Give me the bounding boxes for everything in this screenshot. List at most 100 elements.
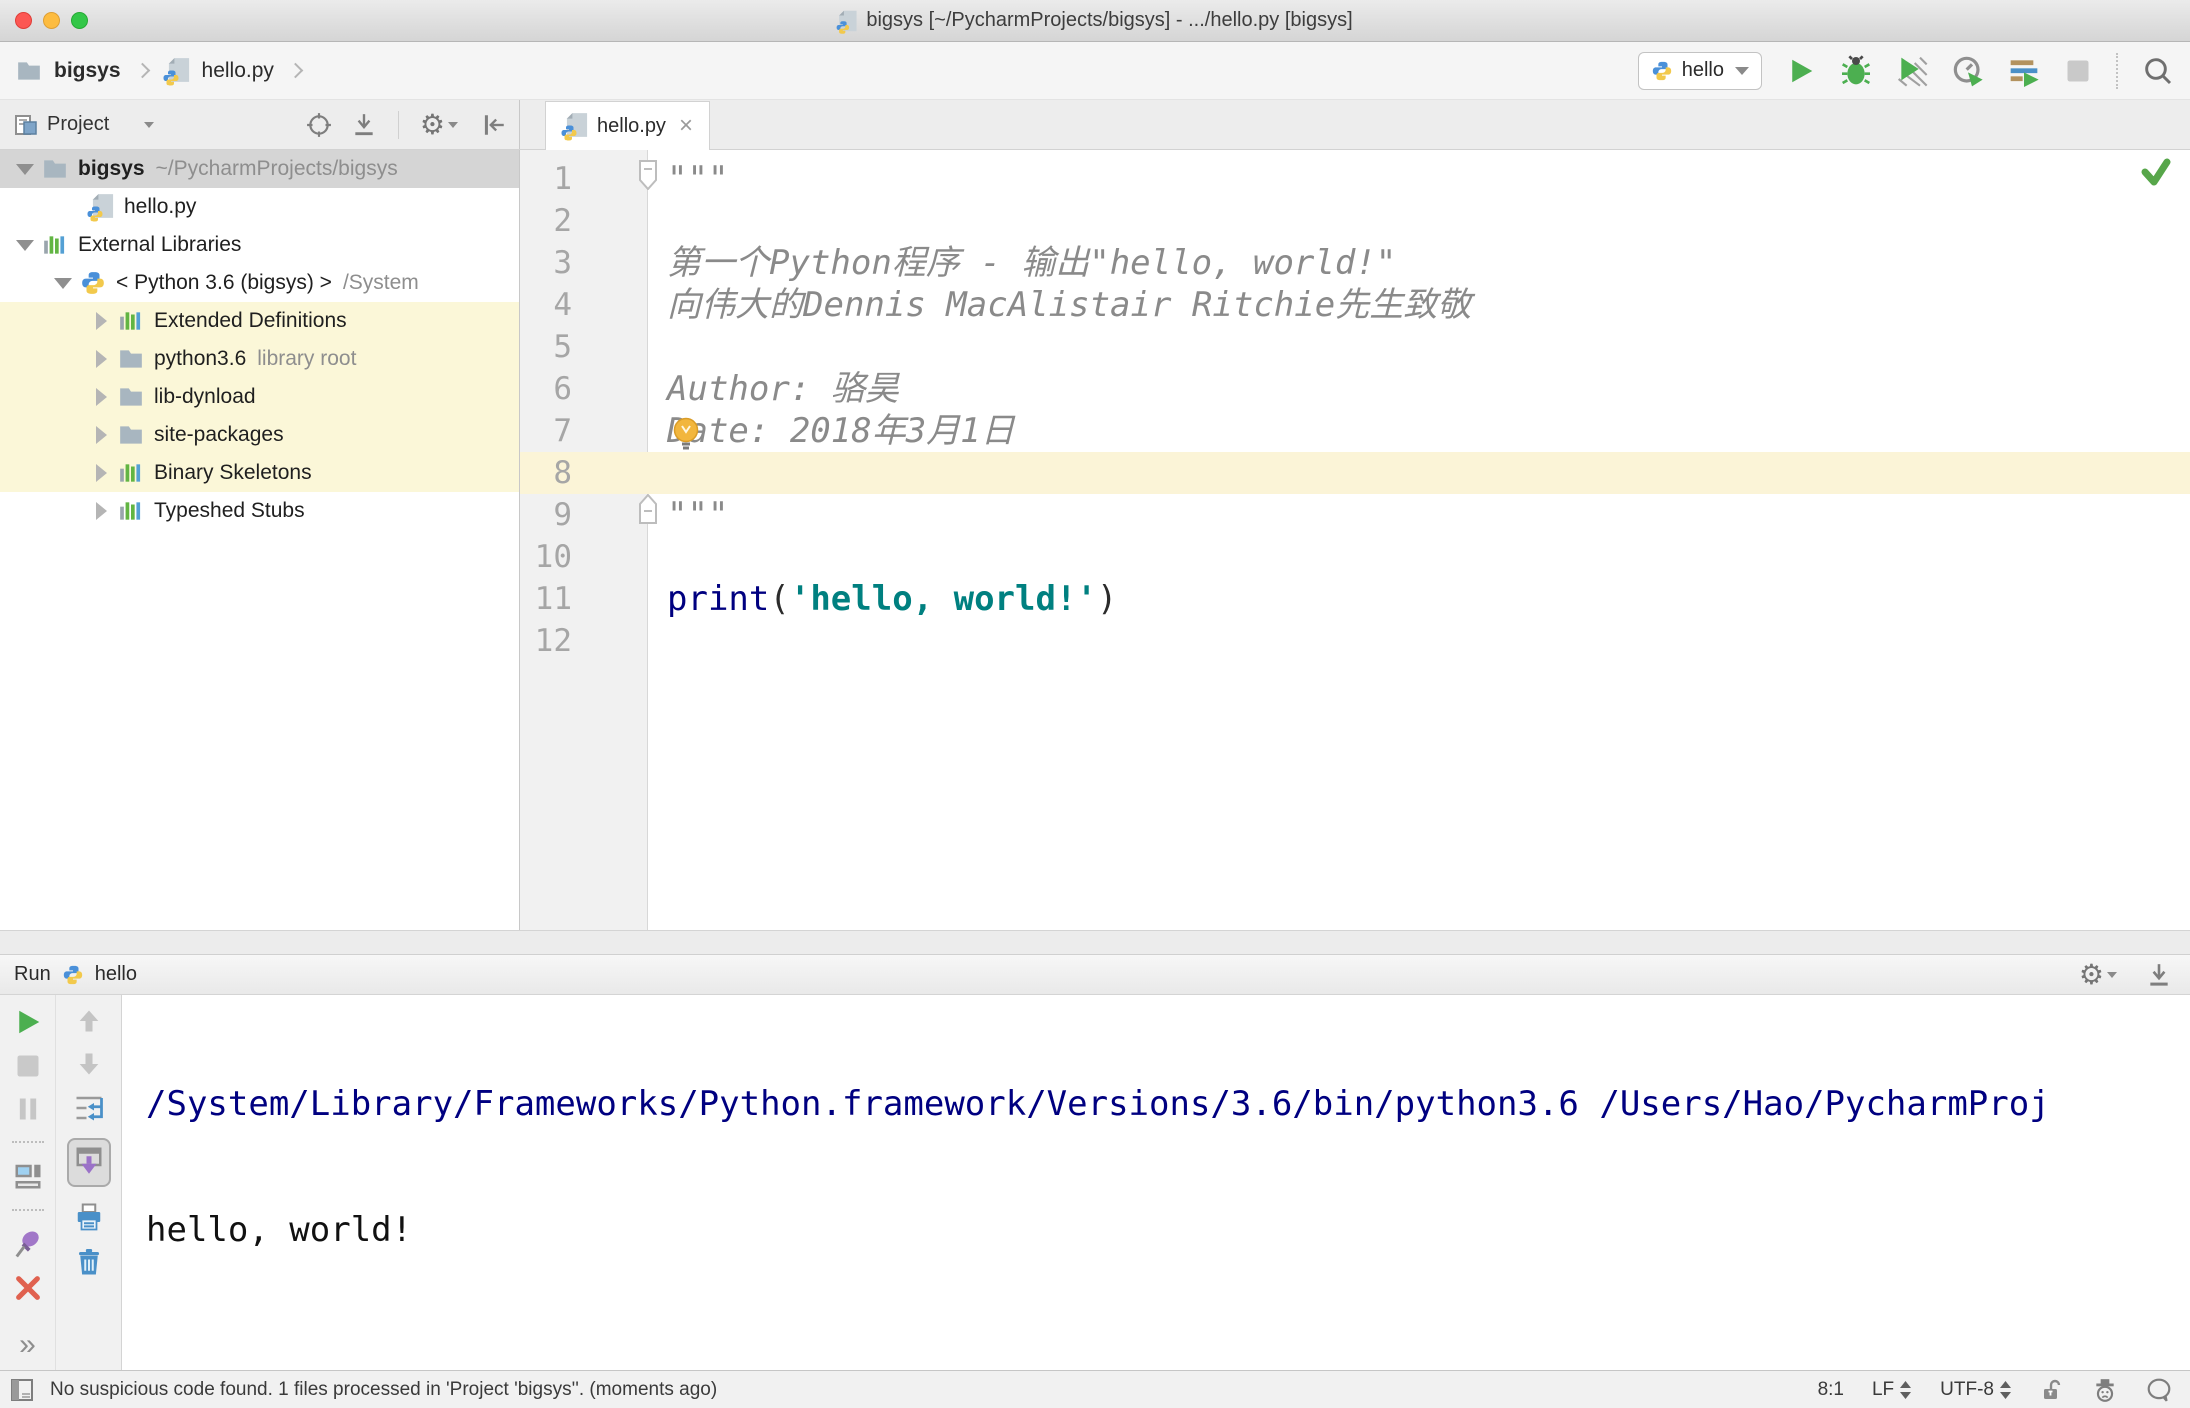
search-everywhere-icon[interactable] <box>2142 55 2174 87</box>
docstring-delimiter: """ <box>667 159 729 199</box>
hide-panel-icon[interactable] <box>2146 962 2172 988</box>
folder-icon <box>118 384 144 410</box>
library-icon <box>118 460 144 486</box>
run-configuration-label: hello <box>1681 59 1724 81</box>
zoom-window-button[interactable] <box>71 12 88 29</box>
tree-item-python3-6[interactable]: python3.6 library root <box>0 340 519 378</box>
main-area: bigsys ~/PycharmProjects/bigsys hello.py… <box>0 150 2190 930</box>
status-bar: No suspicious code found. 1 files proces… <box>0 1370 2190 1408</box>
event-log-bubble-icon[interactable] <box>2146 1377 2172 1403</box>
breadcrumb-item-project[interactable]: bigsys <box>54 59 121 83</box>
window-controls <box>0 12 88 29</box>
intention-lightbulb-icon[interactable] <box>670 416 702 452</box>
folder-icon <box>16 58 42 84</box>
expand-arrow-icon[interactable] <box>46 277 80 289</box>
chevron-down-icon <box>1735 66 1749 75</box>
inspection-ok-checkmark-icon[interactable] <box>2140 158 2172 186</box>
expand-arrow-icon[interactable] <box>84 312 118 330</box>
up-stack-trace-button <box>75 1007 103 1035</box>
tree-item-extended-definitions[interactable]: Extended Definitions <box>0 302 519 340</box>
project-panel-header: Project ⚙ <box>0 100 520 149</box>
tree-item-binary-skeletons[interactable]: Binary Skeletons <box>0 454 519 492</box>
close-icon[interactable]: × <box>679 114 693 138</box>
editor-line: 6 Author: 骆昊 <box>553 369 899 409</box>
project-panel-title[interactable]: Project <box>47 113 109 136</box>
run-console-output[interactable]: /System/Library/Frameworks/Python.framew… <box>122 995 2190 1370</box>
more-actions-chevrons-icon[interactable]: » <box>19 1328 36 1362</box>
close-window-button[interactable] <box>15 12 32 29</box>
minimize-window-button[interactable] <box>43 12 60 29</box>
run-toolbar: hello <box>1637 51 2174 90</box>
pin-tab-button[interactable] <box>13 1229 43 1259</box>
debug-button[interactable] <box>1840 54 1872 87</box>
breadcrumb-item-file[interactable]: hello.py <box>202 59 274 83</box>
run-configuration-selector[interactable]: hello <box>1637 51 1762 90</box>
chevron-down-icon[interactable] <box>144 121 155 128</box>
docstring-text: Author: 骆昊 <box>667 369 899 409</box>
run-with-coverage-button[interactable] <box>1896 55 1928 87</box>
run-button[interactable] <box>1786 56 1816 86</box>
run-panel-header: Run hello ⚙ <box>0 955 2190 995</box>
locate-file-icon[interactable] <box>306 112 332 138</box>
expand-arrow-icon[interactable] <box>84 388 118 406</box>
tab-label: hello.py <box>597 114 666 137</box>
tree-item-hello-py[interactable]: hello.py <box>0 188 519 226</box>
tab-hello-py[interactable]: hello.py × <box>545 101 710 150</box>
tool-window-toggle-icon[interactable] <box>10 1378 34 1402</box>
python-logo-icon <box>1651 60 1673 82</box>
concurrency-diagram-button[interactable] <box>2008 55 2040 87</box>
tree-item-python-sdk[interactable]: < Python 3.6 (bigsys) > /System <box>0 264 519 302</box>
project-panel-settings-button[interactable]: ⚙ <box>420 110 458 139</box>
editor-line: 1 """ <box>553 159 729 199</box>
editor-line: 3 第一个Python程序 - 输出"hello, world!" <box>553 243 1397 283</box>
print-keyword: print <box>667 579 770 619</box>
expand-arrow-icon[interactable] <box>84 426 118 444</box>
expand-arrow-icon[interactable] <box>8 239 42 251</box>
close-panel-button[interactable] <box>14 1274 42 1302</box>
restore-layout-button[interactable] <box>13 1161 43 1191</box>
hide-panel-icon[interactable] <box>481 112 507 138</box>
expand-arrow-icon[interactable] <box>84 464 118 482</box>
folder-icon <box>118 346 144 372</box>
sort-arrows-icon <box>1900 1380 1912 1399</box>
encoding-widget[interactable]: UTF-8 <box>1940 1379 2012 1401</box>
expand-arrow-icon[interactable] <box>8 163 42 175</box>
profiler-button[interactable] <box>1952 55 1984 87</box>
line-separator-widget[interactable]: LF <box>1872 1379 1912 1401</box>
python-file-icon <box>163 57 190 85</box>
horizontal-splitter[interactable] <box>0 930 2190 955</box>
tree-item-typeshed-stubs[interactable]: Typeshed Stubs <box>0 492 519 530</box>
header-separator <box>397 110 399 139</box>
editor-line: 11 print('hello, world!') <box>534 579 1118 619</box>
string-literal: 'hello, world!' <box>789 579 1097 619</box>
run-toolbar-console <box>56 995 122 1370</box>
tree-item-lib-dynload[interactable]: lib-dynload <box>0 378 519 416</box>
editor-line: 9 """ <box>553 495 729 535</box>
collapse-all-icon[interactable] <box>351 112 377 138</box>
run-panel-settings-button[interactable]: ⚙ <box>2079 960 2117 989</box>
expand-arrow-icon[interactable] <box>84 502 118 520</box>
library-icon <box>118 498 144 524</box>
fold-region-end-icon[interactable] <box>636 494 660 524</box>
tree-item-bigsys[interactable]: bigsys ~/PycharmProjects/bigsys <box>0 150 519 188</box>
toolbar-separator <box>11 1141 44 1143</box>
tree-item-site-packages[interactable]: site-packages <box>0 416 519 454</box>
soft-wrap-button[interactable] <box>74 1093 104 1123</box>
rerun-button[interactable] <box>13 1007 43 1037</box>
print-button[interactable] <box>74 1202 104 1232</box>
folder-icon <box>118 422 144 448</box>
expand-arrow-icon[interactable] <box>84 350 118 368</box>
window-title: bigsys [~/PycharmProjects/bigsys] - .../… <box>836 9 1353 34</box>
inspection-profile-hector-icon[interactable] <box>2092 1377 2118 1403</box>
fold-region-start-icon[interactable] <box>636 160 660 190</box>
lock-icon[interactable] <box>2040 1378 2064 1402</box>
caret-position-widget[interactable]: 8:1 <box>1818 1379 1844 1401</box>
clear-all-button[interactable] <box>74 1247 104 1277</box>
tree-item-external-libraries[interactable]: External Libraries <box>0 226 519 264</box>
scroll-to-end-button[interactable] <box>66 1138 111 1187</box>
editor-line: 12 <box>534 623 572 659</box>
run-panel-title[interactable]: Run <box>14 963 51 986</box>
run-toolbar-left: » <box>0 995 56 1370</box>
code-editor[interactable]: 1 """ 2 3 第一个Python程序 - 输出"hello, world!" … <box>520 150 2190 930</box>
